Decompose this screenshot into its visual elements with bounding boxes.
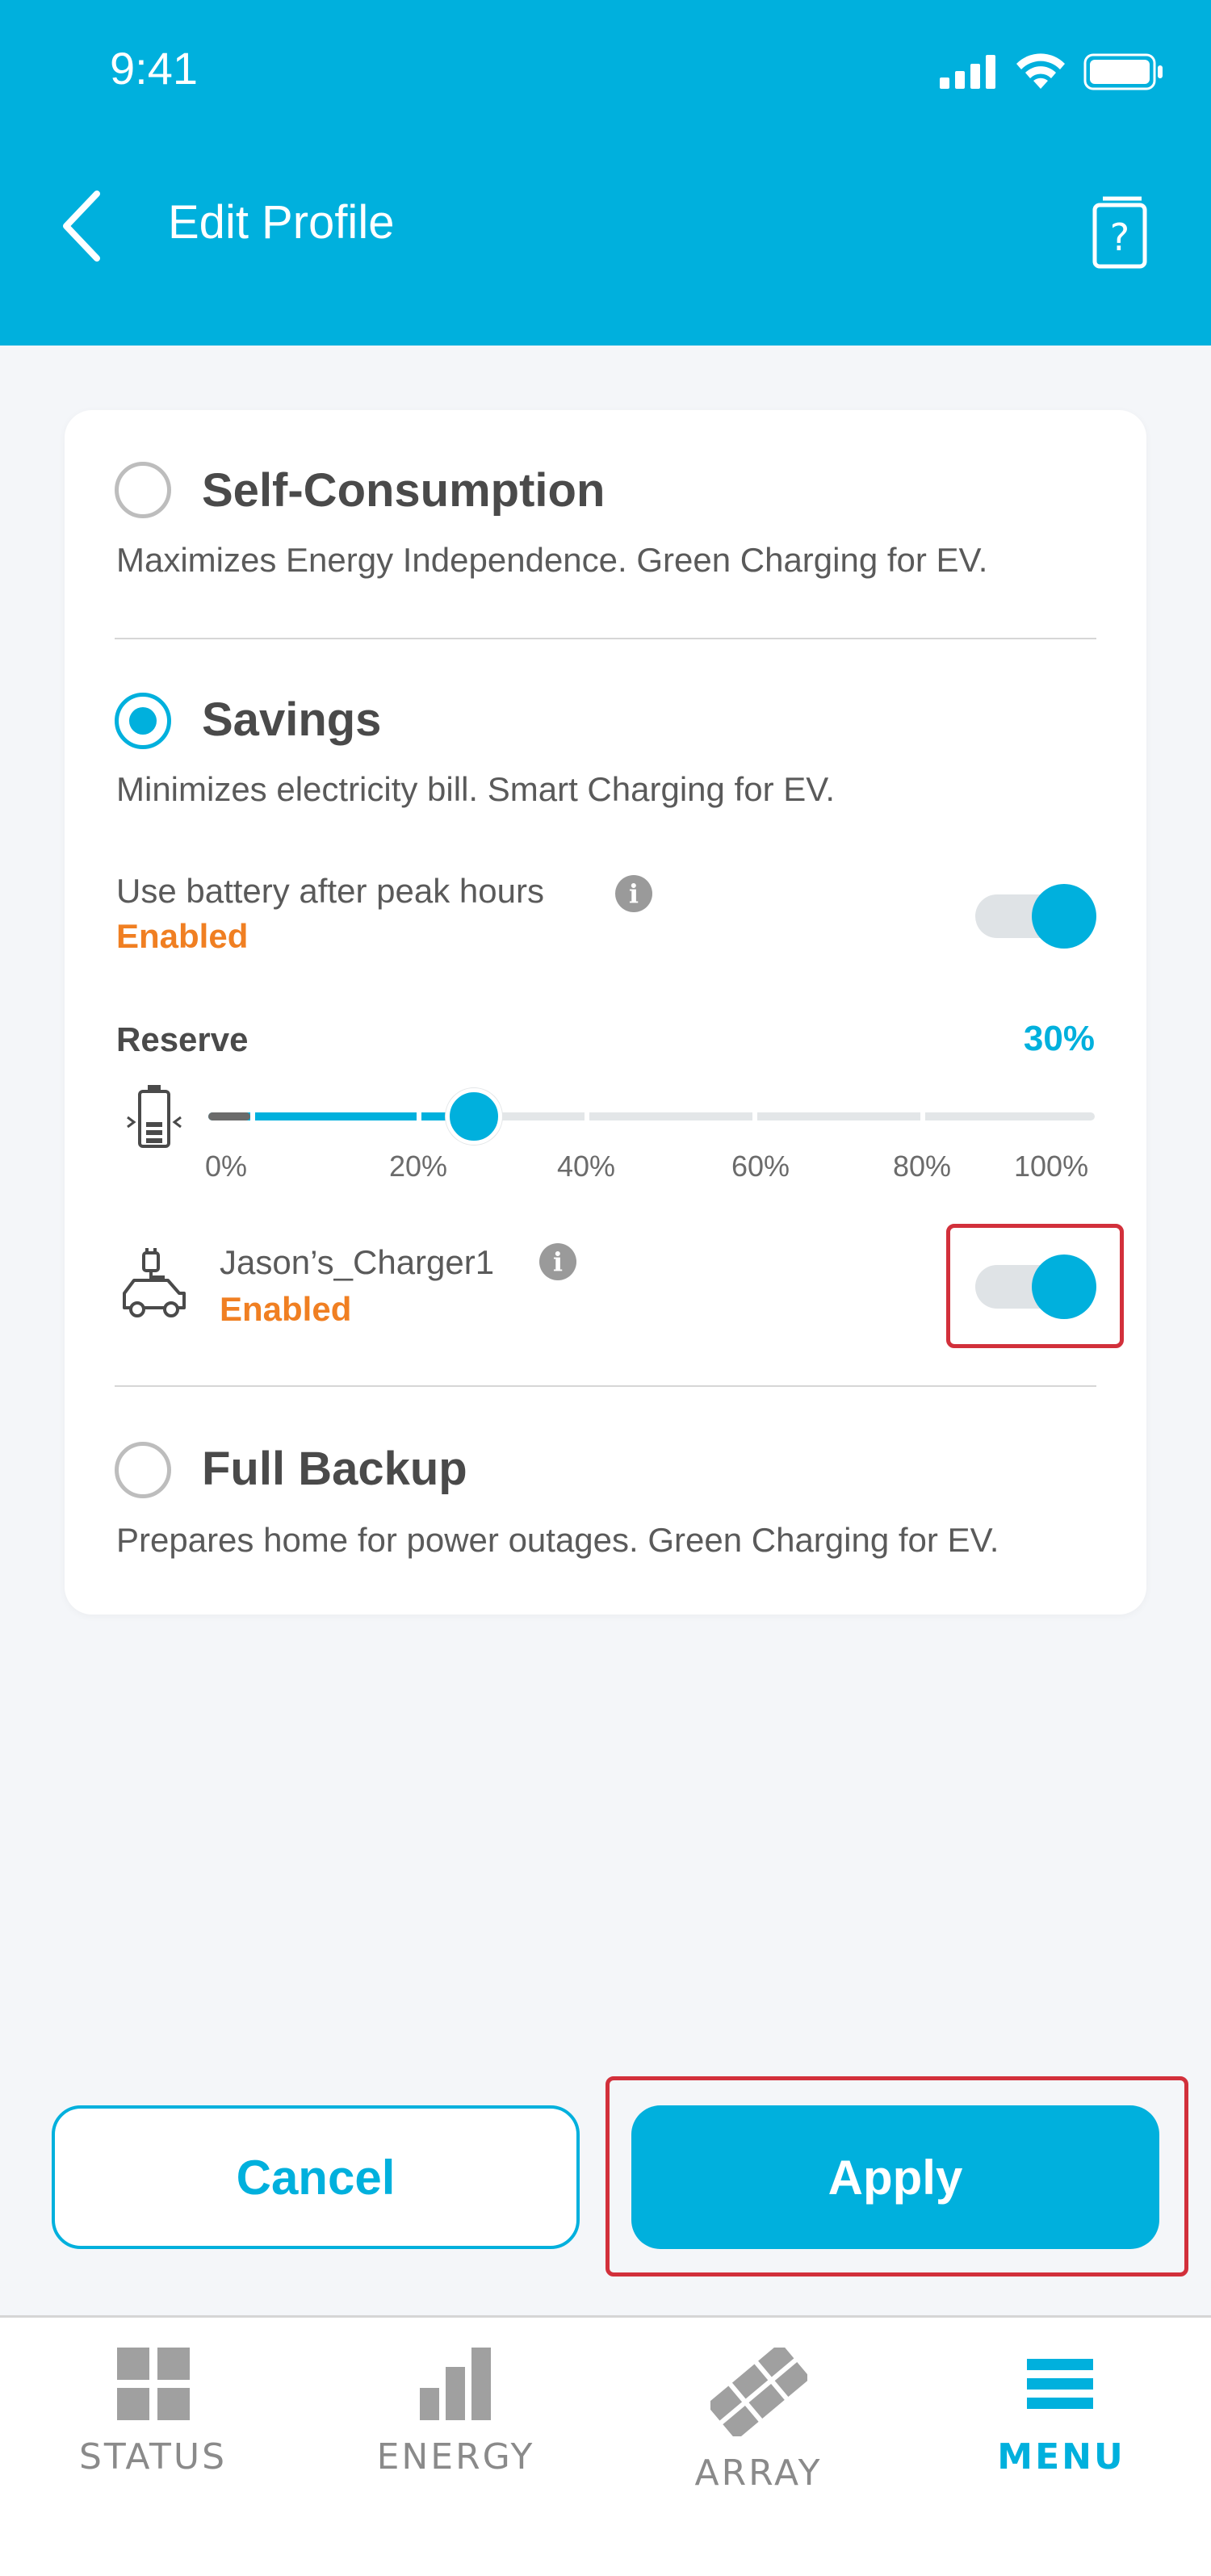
tick-label: 100% [1014, 1150, 1089, 1183]
solar-array-icon [710, 2348, 807, 2436]
reserve-slider[interactable] [208, 1088, 1095, 1145]
full-backup-description: Prepares home for power outages. Green C… [116, 1521, 999, 1559]
charger-status: Enabled [220, 1290, 352, 1328]
status-time: 9:41 [110, 43, 198, 94]
toggle-knob [1032, 1254, 1096, 1319]
tab-array[interactable]: ARRAY [607, 2348, 910, 2494]
page-title: Edit Profile [168, 196, 395, 249]
self-consumption-description: Maximizes Energy Independence. Green Cha… [116, 541, 988, 579]
battery-after-peak-label: Use battery after peak hours [116, 872, 544, 910]
self-consumption-radio[interactable] [115, 462, 171, 518]
help-document-icon: ? [1092, 196, 1147, 269]
divider [115, 638, 1096, 639]
tick-label: 40% [557, 1150, 616, 1183]
self-consumption-title[interactable]: Self-Consumption [202, 463, 605, 517]
charger-name: Jason’s_Charger1 [220, 1243, 495, 1281]
tick-label: 80% [893, 1150, 952, 1183]
wifi-icon [1016, 53, 1065, 89]
full-backup-radio[interactable] [115, 1442, 171, 1498]
profile-options-card [65, 410, 1146, 1615]
tick-label: 0% [205, 1150, 248, 1183]
full-backup-title[interactable]: Full Backup [202, 1442, 467, 1496]
reserve-value: 30% [1023, 1019, 1095, 1058]
svg-text:?: ? [1110, 216, 1129, 259]
battery-info-icon[interactable]: i [615, 875, 652, 912]
tab-label: ENERGY [376, 2436, 535, 2478]
divider [115, 1385, 1096, 1387]
tab-label: STATUS [78, 2436, 228, 2478]
tab-label: MENU [997, 2436, 1125, 2478]
help-button[interactable]: ? [1088, 195, 1153, 270]
slider-minimum-segment [208, 1112, 250, 1120]
tick-label: 60% [731, 1150, 790, 1183]
chevron-left-icon [63, 191, 100, 262]
tab-label: ARRAY [694, 2452, 823, 2494]
savings-radio[interactable] [115, 693, 171, 749]
energy-bars-icon [419, 2348, 491, 2420]
battery-reserve-icon [127, 1085, 182, 1148]
slider-separator [752, 1111, 757, 1122]
status-grid-icon [116, 2348, 190, 2420]
slider-separator [250, 1111, 255, 1122]
slider-knob[interactable] [446, 1088, 503, 1145]
toggle-knob [1032, 884, 1096, 949]
slider-separator [585, 1111, 589, 1122]
ev-charger-icon [123, 1248, 186, 1317]
battery-after-peak-status: Enabled [116, 917, 249, 955]
charger-info-icon[interactable]: i [539, 1243, 576, 1280]
tab-status[interactable]: STATUS [2, 2348, 304, 2478]
savings-title[interactable]: Savings [202, 693, 381, 747]
slider-separator [920, 1111, 925, 1122]
slider-separator [417, 1111, 421, 1122]
back-button[interactable] [57, 187, 113, 265]
signal-icon [940, 55, 995, 89]
menu-icon [1026, 2359, 1093, 2409]
battery-icon [1083, 53, 1163, 90]
tick-label: 20% [389, 1150, 448, 1183]
tab-menu[interactable]: MENU [910, 2348, 1211, 2478]
tab-energy[interactable]: ENERGY [304, 2348, 607, 2478]
savings-description: Minimizes electricity bill. Smart Chargi… [116, 770, 836, 808]
cancel-button[interactable]: Cancel [52, 2105, 580, 2249]
reserve-label: Reserve [116, 1020, 249, 1058]
battery-after-peak-toggle[interactable] [975, 884, 1096, 949]
apply-button[interactable]: Apply [631, 2105, 1159, 2249]
charger-toggle[interactable] [975, 1254, 1096, 1319]
status-icons [940, 53, 1164, 90]
